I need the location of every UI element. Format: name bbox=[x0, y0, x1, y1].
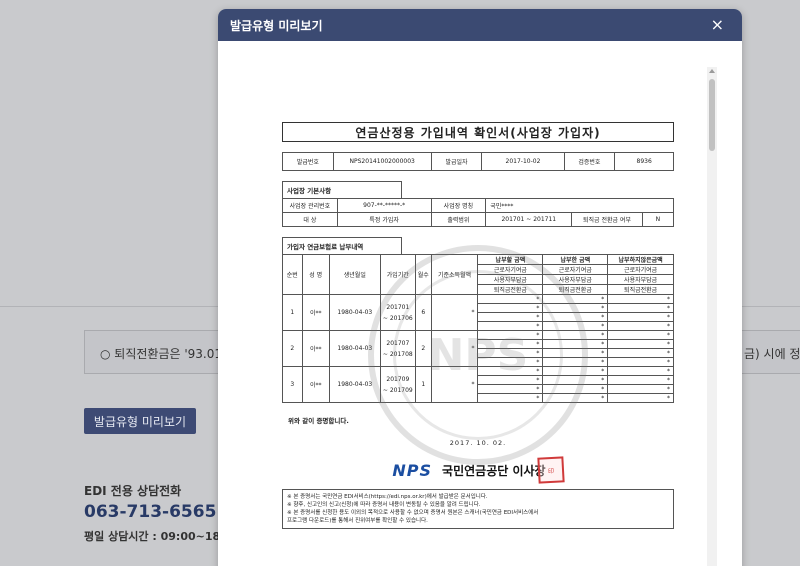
scroll-up-arrow-icon[interactable] bbox=[709, 69, 715, 73]
scrollbar-thumb[interactable] bbox=[709, 79, 715, 151]
issue-cell: 8936 bbox=[614, 152, 674, 171]
sub-header: 사용자부담금 bbox=[607, 274, 674, 285]
member-name: 이** bbox=[301, 330, 330, 367]
modal-header: 발급유형 미리보기 × bbox=[218, 9, 742, 41]
org-name: 국민연금공단 이사장 bbox=[442, 463, 546, 478]
watermark-text: NPS bbox=[427, 329, 529, 381]
workplace-cell: 국민**** bbox=[485, 198, 674, 213]
workplace-section-title: 사업장 기본사항 bbox=[282, 181, 402, 198]
nps-watermark-icon: NPS bbox=[368, 245, 588, 465]
edi-phone-label: EDI 전용 상담전화 bbox=[84, 484, 182, 498]
nps-logo: NPS bbox=[392, 460, 433, 480]
issue-info-table: 발급번호 NPS20141002000003 발급일자 2017-10-02 검… bbox=[282, 152, 674, 171]
sub-header: 퇴직금전환금 bbox=[607, 284, 674, 295]
group-header: 납부하지않은금액 bbox=[607, 254, 674, 265]
workplace-cell: 출력범위 bbox=[430, 212, 487, 227]
edi-hours: 평일 상담시간 : 09:00~18:00 bbox=[84, 530, 240, 543]
payment-header: 성 명 bbox=[301, 254, 330, 295]
workplace-cell: 사업장 관리번호 bbox=[282, 198, 338, 213]
preview-modal: 발급유형 미리보기 × 연금산정용 가입내역 확인서(사업장 가입자) 발급번호… bbox=[218, 9, 742, 566]
payment-section-title: 가입자 연금보험료 납부내역 bbox=[282, 237, 402, 254]
amount-cell: * bbox=[607, 348, 674, 358]
issue-cell: 발급번호 bbox=[282, 152, 334, 171]
amount-cell: * bbox=[607, 312, 674, 322]
amount-cell: * bbox=[607, 375, 674, 385]
workplace-cell: 대 상 bbox=[282, 212, 338, 227]
preview-issue-type-button[interactable]: 발급유형 미리보기 bbox=[84, 408, 196, 434]
sub-header: 근로자기여금 bbox=[607, 264, 674, 275]
modal-title: 발급유형 미리보기 bbox=[230, 18, 323, 33]
workplace-cell: 퇴직금 전환금 여부 bbox=[571, 212, 643, 227]
amount-cell: * bbox=[607, 321, 674, 331]
note-line: ※ 향후, 신고인의 신고(신청)에 따라 증명서 내용이 변동될 수 있음을 … bbox=[287, 502, 481, 508]
sub-header: 근로자기여금 bbox=[542, 264, 609, 275]
row-number: 2 bbox=[282, 330, 303, 367]
amount-cell: * bbox=[607, 303, 674, 313]
workplace-table: 사업장 관리번호 907-**-*****-* 사업장 명칭 국민**** 대 … bbox=[282, 198, 675, 227]
row-number: 3 bbox=[282, 366, 303, 403]
note-line: 프로그램 다운로드)를 통해서 진위여부를 확인할 수 있습니다. bbox=[287, 518, 428, 524]
amount-cell: * bbox=[607, 294, 674, 304]
payment-header: 순번 bbox=[282, 254, 303, 295]
workplace-cell: N bbox=[641, 212, 675, 227]
certificate-notes: ※ 본 증명서는 국민연금 EDI서비스(https://edi.nps.or.… bbox=[282, 489, 674, 529]
amount-cell: * bbox=[607, 330, 674, 340]
close-icon[interactable]: × bbox=[711, 17, 724, 33]
issue-cell: 발급일자 bbox=[430, 152, 483, 171]
issue-cell: NPS20141002000003 bbox=[332, 152, 432, 171]
watermark-inner-ring: NPS bbox=[393, 270, 563, 440]
group-header: 납부한 금액 bbox=[542, 254, 609, 265]
notice-text-tail: 금) 시에 정 bbox=[744, 347, 800, 361]
workplace-cell: 특정 가입자 bbox=[336, 212, 432, 227]
certificate-title: 연금산정용 가입내역 확인서(사업장 가입자) bbox=[282, 122, 674, 142]
notice-text: ○ 퇴직전환금은 '93.01월 bbox=[100, 347, 234, 361]
member-name: 이** bbox=[301, 366, 330, 403]
issue-cell: 2017-10-02 bbox=[481, 152, 565, 171]
amount-cell: * bbox=[607, 339, 674, 349]
amount-cell: * bbox=[607, 384, 674, 394]
official-seal-icon: 印 bbox=[536, 456, 565, 484]
member-name: 이** bbox=[301, 294, 330, 331]
workplace-cell: 907-**-*****-* bbox=[336, 198, 432, 213]
row-number: 1 bbox=[282, 294, 303, 331]
amount-cell: * bbox=[607, 393, 674, 403]
workplace-cell: 사업장 명칭 bbox=[430, 198, 487, 213]
edi-phone-number: 063-713-6565 bbox=[84, 502, 217, 522]
issue-cell: 검증번호 bbox=[563, 152, 616, 171]
amount-cell: * bbox=[607, 366, 674, 376]
note-line: ※ 본 증명서를 신청한 용도 이외의 목적으로 사용할 수 없으며 증명서 원… bbox=[287, 510, 539, 516]
note-line: ※ 본 증명서는 국민연금 EDI서비스(https://edi.nps.or.… bbox=[287, 494, 488, 500]
amount-cell: * bbox=[607, 357, 674, 367]
payment-header: 생년월일 bbox=[328, 254, 381, 295]
workplace-cell: 201701 ~ 201711 bbox=[485, 212, 573, 227]
